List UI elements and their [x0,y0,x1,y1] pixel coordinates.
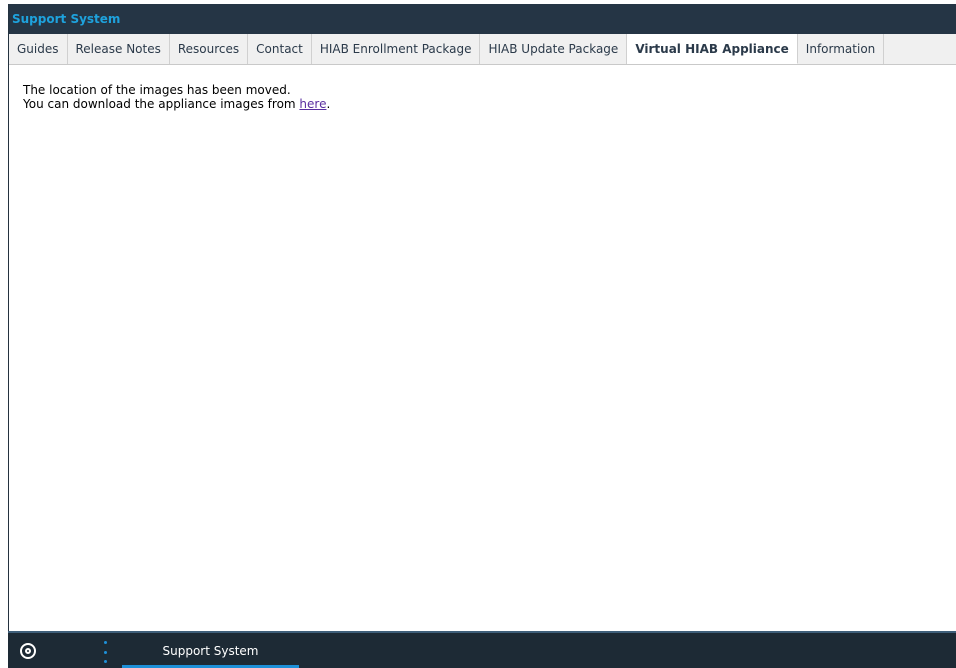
tab-virtual-hiab-appliance[interactable]: Virtual HIAB Appliance [627,34,798,64]
tab-guides[interactable]: Guides [9,34,68,64]
support-system-window: Support System Guides Release Notes Reso… [8,4,956,631]
tab-hiab-enrollment-package[interactable]: HIAB Enrollment Package [312,34,481,64]
vertical-dots-icon[interactable] [104,641,108,663]
taskbar: Support System [8,631,956,668]
tab-resources[interactable]: Resources [170,34,249,64]
message-line-1: The location of the images has been move… [23,83,291,97]
tab-strip: Guides Release Notes Resources Contact H… [9,34,956,65]
tab-release-notes[interactable]: Release Notes [68,34,170,64]
message-line-2: You can download the appliance images fr… [23,97,956,111]
target-icon[interactable] [20,643,36,659]
tab-information[interactable]: Information [798,34,885,64]
download-link[interactable]: here [299,97,326,111]
title-bar: Support System [9,4,956,34]
taskbar-item-support-system[interactable]: Support System [122,633,299,668]
message-line-2-prefix: You can download the appliance images fr… [23,97,300,111]
tab-hiab-update-package[interactable]: HIAB Update Package [480,34,628,64]
tab-contact[interactable]: Contact [248,34,312,64]
window-title: Support System [12,12,121,26]
content-panel: The location of the images has been move… [9,65,956,111]
message-line-2-suffix: . [326,97,331,111]
